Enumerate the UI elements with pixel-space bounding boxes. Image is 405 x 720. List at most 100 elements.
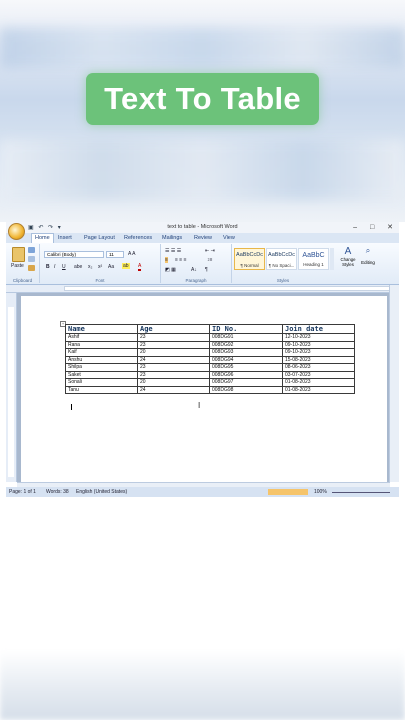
copy-icon[interactable] <box>28 256 35 262</box>
word-window: ▣ ↶ ↷ ▾ text to table - Microsoft Word –… <box>6 222 399 497</box>
styles-scroll[interactable] <box>330 248 334 270</box>
table-cell[interactable]: 20 <box>137 378 210 387</box>
table-cell[interactable]: 03-07-2023 <box>282 370 355 379</box>
table-cell[interactable]: 24 <box>137 385 210 394</box>
styles-group: AaBbCcDc ¶ Normal AaBbCcDc ¶ No Spaci...… <box>232 244 376 283</box>
table-cell[interactable]: 23 <box>137 363 210 372</box>
underline-button[interactable]: U <box>62 264 66 270</box>
table-cell[interactable]: 24 <box>137 355 210 364</box>
align-left-icon[interactable]: ≡ <box>165 257 168 263</box>
sort-icon[interactable]: A↓ <box>191 267 197 273</box>
vertical-scrollbar[interactable] <box>389 285 399 482</box>
window-controls: – □ ✕ <box>342 223 393 231</box>
style-no-spacing[interactable]: AaBbCcDc ¶ No Spaci... <box>266 248 297 270</box>
table-cell[interactable]: 008DG97 <box>209 378 283 387</box>
bold-button[interactable]: B <box>46 264 50 270</box>
table-cell[interactable]: 09-10-2023 <box>282 340 355 349</box>
table-cell[interactable]: 008DG95 <box>209 363 283 372</box>
table-cell[interactable]: Tanu <box>65 385 138 394</box>
table-cell[interactable]: 23 <box>137 340 210 349</box>
find-icon: ⌕ <box>365 246 371 255</box>
table-cell[interactable]: Saket <box>65 370 138 379</box>
table-cell[interactable]: 15-08-2023 <box>282 355 355 364</box>
table-row: Anshu 24 008DG94 15-08-2023 <box>65 355 355 364</box>
view-buttons[interactable] <box>268 489 308 495</box>
horizontal-ruler[interactable] <box>6 285 399 293</box>
close-button[interactable]: ✕ <box>387 224 393 231</box>
table-cell[interactable]: 23 <box>137 370 210 379</box>
maximize-button[interactable]: □ <box>370 224 374 231</box>
shading-icon[interactable]: ◩ ▦ <box>165 267 176 273</box>
tab-references[interactable]: References <box>124 235 152 241</box>
header-join-date[interactable]: Join date <box>282 324 355 334</box>
office-button[interactable] <box>8 223 25 240</box>
vertical-ruler[interactable] <box>6 293 17 482</box>
paste-icon[interactable] <box>12 247 25 262</box>
table-cell[interactable]: 01-08-2023 <box>282 385 355 394</box>
subscript-button[interactable]: x₂ <box>88 264 92 270</box>
table-cell[interactable]: Shilpa <box>65 363 138 372</box>
line-spacing-icon[interactable]: ↕≡ <box>207 257 212 263</box>
table-cell[interactable]: 008DG93 <box>209 348 283 357</box>
style-normal[interactable]: AaBbCcDc ¶ Normal <box>234 248 265 270</box>
header-age[interactable]: Age <box>137 324 210 334</box>
overlay-title: Text To Table <box>86 73 319 125</box>
status-words[interactable]: Words: 38 <box>46 489 69 495</box>
highlight-icon[interactable]: ab <box>122 263 130 269</box>
table-cell[interactable]: Sonali <box>65 378 138 387</box>
tab-insert[interactable]: Insert <box>58 235 72 241</box>
style-sample: AaBbC <box>302 252 325 259</box>
style-name: ¶ Normal <box>240 263 259 268</box>
table-cell[interactable]: 09-10-2023 <box>282 348 355 357</box>
change-case-button[interactable]: Aa <box>108 264 114 270</box>
superscript-button[interactable]: x² <box>98 264 102 270</box>
table-cell[interactable]: 12-10-2023 <box>282 333 355 342</box>
indent-icon[interactable]: ⇤ ⇥ <box>205 248 215 254</box>
font-color-icon[interactable]: A <box>138 263 142 271</box>
format-painter-icon[interactable] <box>28 265 35 271</box>
paragraph-group-label: Paragraph <box>185 278 207 283</box>
minimize-button[interactable]: – <box>353 224 357 231</box>
align-center-icon[interactable]: ≡ ≡ ≡ <box>175 257 187 263</box>
text-cursor <box>71 404 72 410</box>
status-language[interactable]: English (United States) <box>76 489 127 495</box>
font-size-select[interactable]: 11 <box>106 251 124 258</box>
header-id[interactable]: ID No. <box>209 324 283 334</box>
grow-font-icon[interactable]: A A <box>128 251 136 257</box>
cut-icon[interactable] <box>28 247 35 253</box>
show-marks-icon[interactable]: ¶ <box>205 267 208 273</box>
table-cell[interactable]: 08-06-2023 <box>282 363 355 372</box>
style-sample: AaBbCcDc <box>236 252 263 258</box>
bullets-icon[interactable]: ☰ ☰ ☰ <box>165 248 181 254</box>
table-cell[interactable]: 23 <box>137 333 210 342</box>
status-page[interactable]: Page: 1 of 1 <box>9 489 36 495</box>
table-cell[interactable]: Kaif <box>65 348 138 357</box>
table-cell[interactable]: 008DG98 <box>209 385 283 394</box>
table-cell[interactable]: 008DG96 <box>209 370 283 379</box>
style-heading-1[interactable]: AaBbC Heading 1 <box>298 248 329 270</box>
table-cell[interactable]: Anshu <box>65 355 138 364</box>
title-bar: ▣ ↶ ↷ ▾ text to table - Microsoft Word –… <box>6 222 399 240</box>
strikethrough-button[interactable]: abe <box>74 264 82 270</box>
table-cell[interactable]: 008DG91 <box>209 333 283 342</box>
document-page[interactable]: + Name Age ID No. Join date Ashif 23 008DG… <box>21 296 387 482</box>
table-cell[interactable]: 008DG94 <box>209 355 283 364</box>
tab-page-layout[interactable]: Page Layout <box>84 235 115 241</box>
header-name[interactable]: Name <box>65 324 138 334</box>
table-cell[interactable]: Ashif <box>65 333 138 342</box>
italic-button[interactable]: I <box>54 264 55 270</box>
tab-view[interactable]: View <box>223 235 235 241</box>
tab-home[interactable]: Home <box>31 233 54 243</box>
style-name: Heading 1 <box>303 262 324 267</box>
table-cell[interactable]: 01-08-2023 <box>282 378 355 387</box>
tab-mailings[interactable]: Mailings <box>162 235 182 241</box>
zoom-level[interactable]: 100% <box>314 489 327 495</box>
tab-review[interactable]: Review <box>194 235 212 241</box>
change-styles-button[interactable]: A Change Styles <box>338 246 358 272</box>
table-cell[interactable]: 20 <box>137 348 210 357</box>
font-name-select[interactable]: Calibri (Body) <box>44 251 104 258</box>
table-cell[interactable]: Rana <box>65 340 138 349</box>
zoom-slider[interactable] <box>332 492 390 493</box>
editing-button[interactable]: ⌕ Editing <box>360 246 376 272</box>
table-cell[interactable]: 008DG92 <box>209 340 283 349</box>
